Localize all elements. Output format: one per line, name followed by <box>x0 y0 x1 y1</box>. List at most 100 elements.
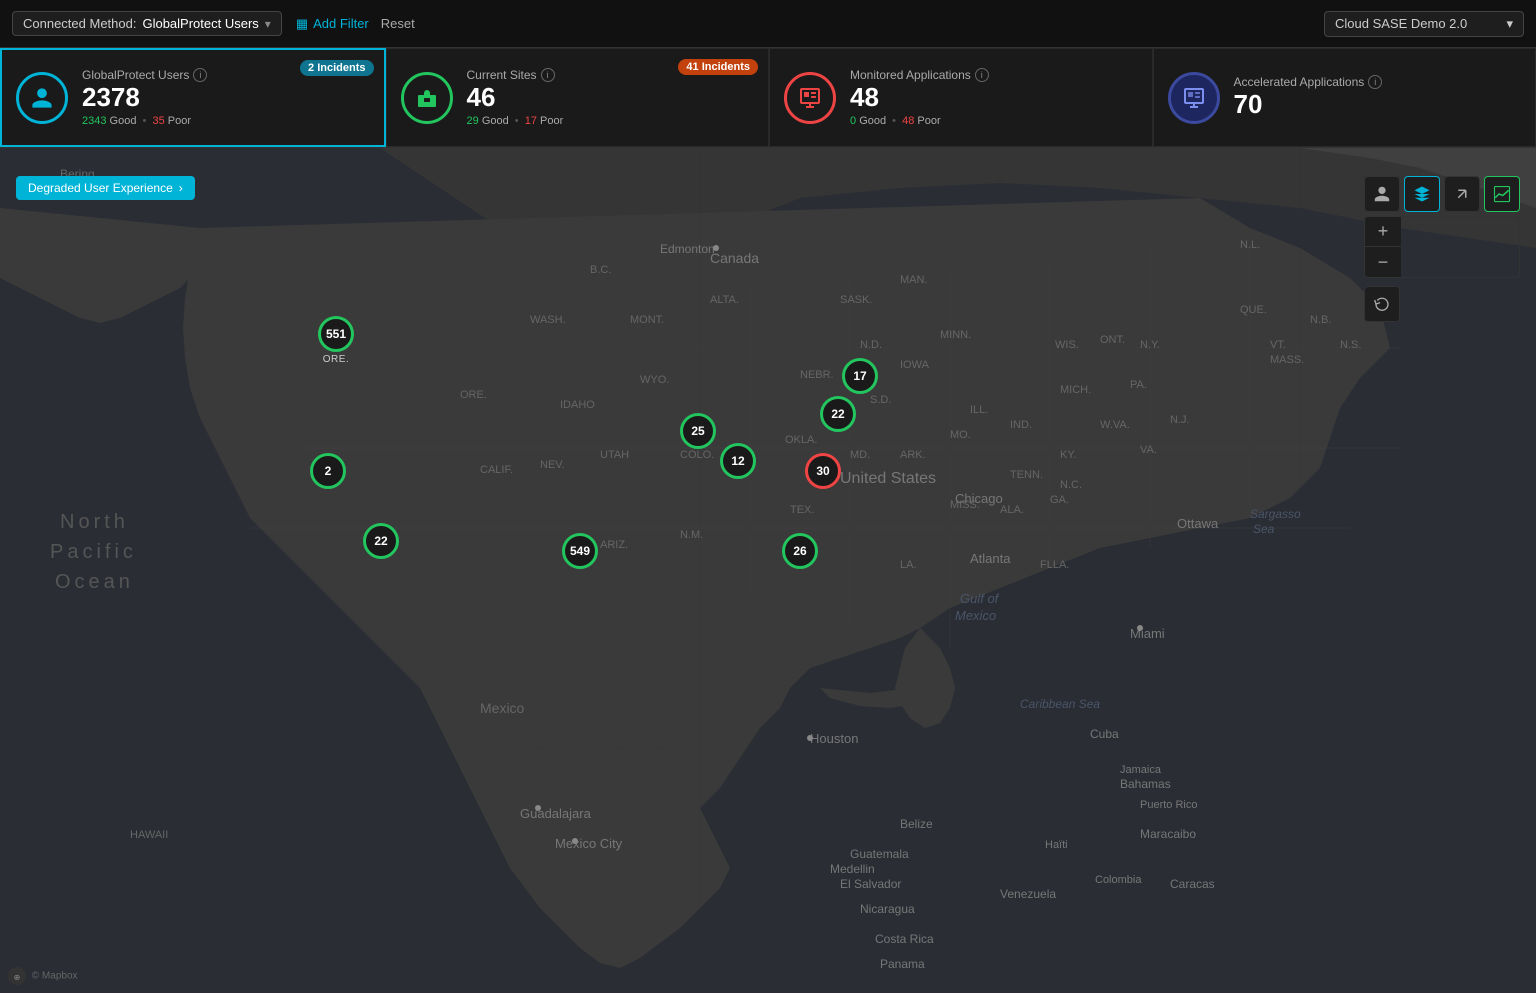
info-icon-accelerated[interactable]: i <box>1368 75 1382 89</box>
svg-text:United States: United States <box>840 470 936 487</box>
svg-text:ONT.: ONT. <box>1100 334 1125 346</box>
svg-text:ARK.: ARK. <box>900 449 926 461</box>
card-accelerated-apps[interactable]: Accelerated Applications i 70 <box>1153 48 1536 147</box>
layers-view-button[interactable] <box>1404 176 1440 212</box>
marker-virginia[interactable]: 30 <box>805 453 841 489</box>
svg-text:MONT.: MONT. <box>630 314 664 326</box>
svg-text:Medellin: Medellin <box>830 862 875 876</box>
svg-text:Maracaibo: Maracaibo <box>1140 827 1196 841</box>
env-label: Cloud SASE Demo 2.0 <box>1335 16 1498 31</box>
users-view-button[interactable] <box>1364 176 1400 212</box>
svg-text:Jamaica: Jamaica <box>1120 764 1162 776</box>
svg-text:Mexico City: Mexico City <box>555 836 623 851</box>
svg-text:⊕: ⊕ <box>14 973 21 982</box>
card-globalprotect[interactable]: GlobalProtect Users i 2378 2343 Good • 3… <box>0 48 386 147</box>
card-monitored-apps[interactable]: Monitored Applications i 48 0 Good • 48 … <box>769 48 1153 147</box>
marker-nyc[interactable]: 22 <box>820 396 856 432</box>
chevron-down-icon: ▾ <box>265 17 271 31</box>
svg-text:Guatemala: Guatemala <box>850 847 909 861</box>
svg-text:TEX.: TEX. <box>790 504 814 516</box>
svg-text:Guadalajara: Guadalajara <box>520 806 592 821</box>
card-icon-sites <box>401 72 453 124</box>
svg-text:Bahamas: Bahamas <box>1120 777 1171 791</box>
card-current-sites[interactable]: Current Sites i 46 29 Good • 17 Poor 41 … <box>386 48 770 147</box>
add-filter-button[interactable]: ▦ Add Filter <box>296 16 369 32</box>
marker-chicago[interactable]: 12 <box>720 443 756 479</box>
svg-text:Miami: Miami <box>1130 626 1165 641</box>
marker-circle-ore: 551 <box>318 316 354 352</box>
svg-text:Sea: Sea <box>1253 522 1275 536</box>
chart-view-button[interactable] <box>1484 176 1520 212</box>
degraded-label: Degraded User Experience <box>28 181 173 195</box>
svg-text:OKLA.: OKLA. <box>785 434 817 446</box>
card-icon-monitored <box>784 72 836 124</box>
zoom-out-button[interactable]: − <box>1365 247 1401 277</box>
reset-button[interactable]: Reset <box>381 16 415 31</box>
reset-view-button[interactable] <box>1364 286 1400 322</box>
svg-text:N.Y.: N.Y. <box>1140 339 1160 351</box>
marker-circle-texas: 549 <box>562 533 598 569</box>
chevron-down-icon: ▾ <box>1506 16 1513 32</box>
incident-badge-sites[interactable]: 41 Incidents <box>678 59 758 75</box>
incident-badge-globalprotect[interactable]: 2 Incidents <box>300 60 373 76</box>
card-info-monitored: Monitored Applications i 48 0 Good • 48 … <box>850 68 1138 127</box>
card-sub-monitored: 0 Good • 48 Poor <box>850 115 1138 127</box>
map-container[interactable]: WASH. MONT. ORE. IDAHO WYO. NEV. UTAH CO… <box>0 148 1536 993</box>
svg-text:MO.: MO. <box>950 429 971 441</box>
zoom-in-button[interactable]: + <box>1365 217 1401 247</box>
svg-text:IOWA: IOWA <box>900 359 930 371</box>
mapbox-attribution: ⊕ © Mapbox <box>8 967 78 985</box>
marker-circle-sandiego: 22 <box>363 523 399 559</box>
svg-text:IDAHO: IDAHO <box>560 399 595 411</box>
card-title-accelerated: Accelerated Applications i <box>1234 75 1522 89</box>
svg-text:Colombia: Colombia <box>1095 874 1142 886</box>
info-icon-sites[interactable]: i <box>541 68 555 82</box>
svg-text:N.C.: N.C. <box>1060 479 1082 491</box>
svg-text:NEBR.: NEBR. <box>800 369 834 381</box>
svg-text:Sargasso: Sargasso <box>1250 507 1301 521</box>
marker-circle-atlanta: 26 <box>782 533 818 569</box>
marker-atlanta[interactable]: 26 <box>782 533 818 569</box>
svg-text:TENN.: TENN. <box>1010 469 1043 481</box>
svg-text:ORE.: ORE. <box>460 389 487 401</box>
svg-text:Puerto Rico: Puerto Rico <box>1140 799 1197 811</box>
marker-ottawa[interactable]: 17 <box>842 358 878 394</box>
svg-text:Belize: Belize <box>900 817 933 831</box>
marker-ore[interactable]: 551 ORE. <box>318 316 354 365</box>
connected-method-label: Connected Method: <box>23 16 136 31</box>
svg-text:Gulf of: Gulf of <box>960 591 1000 606</box>
svg-text:Atlanta: Atlanta <box>970 551 1011 566</box>
svg-text:LA.: LA. <box>900 559 917 571</box>
marker-sandiego[interactable]: 22 <box>363 523 399 559</box>
svg-text:Costa Rica: Costa Rica <box>875 932 934 946</box>
degraded-experience-button[interactable]: Degraded User Experience › <box>16 176 195 200</box>
info-icon-globalprotect[interactable]: i <box>193 68 207 82</box>
card-title-monitored: Monitored Applications i <box>850 68 1138 82</box>
zoom-controls: + − <box>1364 216 1520 278</box>
svg-text:MINN.: MINN. <box>940 329 971 341</box>
svg-text:KY.: KY. <box>1060 449 1076 461</box>
marker-texas[interactable]: 549 <box>562 533 598 569</box>
marker-sf[interactable]: 2 <box>310 453 346 489</box>
environment-selector[interactable]: Cloud SASE Demo 2.0 ▾ <box>1324 11 1524 37</box>
map-view-controls <box>1364 176 1520 212</box>
svg-text:N.J.: N.J. <box>1170 414 1190 426</box>
svg-text:MICH.: MICH. <box>1060 384 1091 396</box>
card-value-accelerated: 70 <box>1234 89 1522 120</box>
marker-midwest[interactable]: 25 <box>680 413 716 449</box>
svg-text:FLLA.: FLLA. <box>1040 559 1069 571</box>
svg-text:Haïti: Haïti <box>1045 839 1068 851</box>
arrow-view-button[interactable] <box>1444 176 1480 212</box>
svg-text:B.C.: B.C. <box>590 264 611 276</box>
svg-text:MASS.: MASS. <box>1270 354 1304 366</box>
connected-method-selector[interactable]: Connected Method: GlobalProtect Users ▾ <box>12 11 282 36</box>
info-icon-monitored[interactable]: i <box>975 68 989 82</box>
cards-row: GlobalProtect Users i 2378 2343 Good • 3… <box>0 48 1536 148</box>
svg-text:N.L.: N.L. <box>1240 239 1260 251</box>
svg-text:ALA.: ALA. <box>1000 504 1024 516</box>
svg-text:North: North <box>60 511 129 533</box>
svg-text:PA.: PA. <box>1130 379 1147 391</box>
svg-text:HAWAII: HAWAII <box>130 829 168 841</box>
svg-text:ARIZ.: ARIZ. <box>600 539 628 551</box>
filter-icon: ▦ <box>296 16 308 32</box>
